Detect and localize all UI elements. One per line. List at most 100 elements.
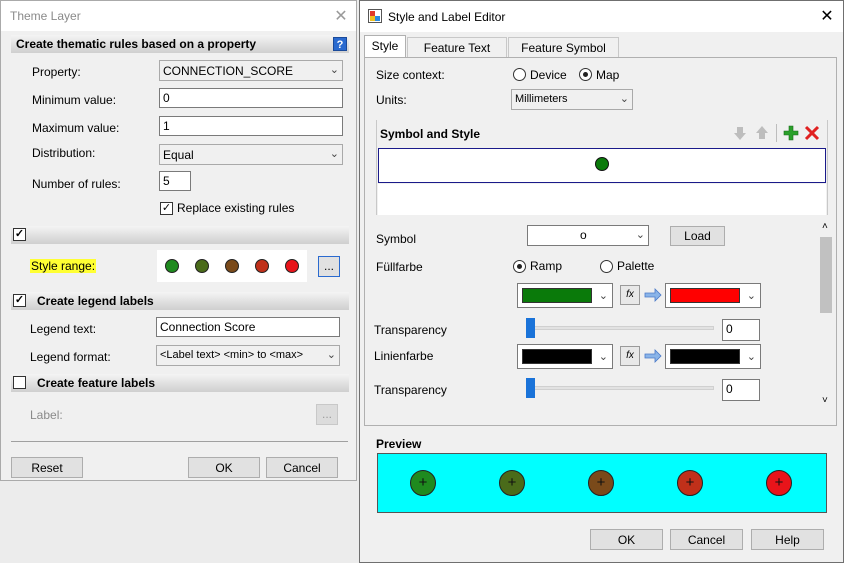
max-value-label: Maximum value: bbox=[32, 121, 120, 135]
fill-label: Füllfarbe bbox=[376, 260, 423, 274]
style-label-editor-dialog: Style and Label Editor ✕ Style Feature T… bbox=[359, 0, 844, 563]
help-icon[interactable]: ? bbox=[333, 37, 347, 51]
chevron-down-icon: ⌄ bbox=[329, 148, 339, 160]
tab-feature-symbol-label[interactable]: Feature Symbol Label bbox=[508, 37, 619, 69]
legend-format-label: Legend format: bbox=[30, 350, 111, 364]
cancel-label: Cancel bbox=[283, 461, 321, 475]
feature-labels-checkbox[interactable] bbox=[13, 376, 26, 389]
num-rules-text: 5 bbox=[163, 174, 170, 188]
line-color-label: Linienfarbe bbox=[374, 349, 434, 363]
property-dropdown[interactable]: CONNECTION_SCORE ⌄ bbox=[159, 60, 343, 81]
device-label: Device bbox=[530, 68, 567, 82]
arrow-down-icon[interactable] bbox=[732, 125, 748, 141]
help-label: Help bbox=[775, 533, 800, 547]
arrow-right-icon bbox=[644, 288, 662, 302]
property-label: Property: bbox=[32, 65, 81, 79]
replace-rules-checkbox[interactable]: ✓ bbox=[160, 202, 173, 215]
transparency2-label: Transparency bbox=[374, 383, 447, 397]
app-icon bbox=[368, 9, 382, 23]
load-label: Load bbox=[684, 229, 711, 243]
scroll-down-icon[interactable]: ˅ bbox=[822, 395, 828, 406]
units-dropdown[interactable]: Millimeters ⌄ bbox=[511, 89, 633, 110]
ok-button[interactable]: OK bbox=[188, 457, 260, 478]
style-range-swatches bbox=[157, 250, 307, 282]
symbol-label: Symbol bbox=[376, 232, 417, 246]
close-icon[interactable]: ✕ bbox=[818, 6, 836, 26]
map-radio[interactable] bbox=[579, 68, 592, 81]
replace-rules-label: Replace existing rules bbox=[177, 201, 295, 215]
delete-icon[interactable] bbox=[804, 125, 820, 141]
arrow-up-icon[interactable] bbox=[754, 125, 770, 141]
style-section-checkbox[interactable]: ✓ bbox=[13, 228, 26, 241]
fill-end-swatch bbox=[670, 288, 740, 303]
transparency-label: Transparency bbox=[374, 323, 447, 337]
cancel-button[interactable]: Cancel bbox=[670, 529, 743, 550]
properties-scrollbar[interactable]: ˄ ˅ bbox=[818, 219, 834, 413]
tab-feature-text-label[interactable]: Feature Text Label bbox=[407, 37, 507, 69]
fill-end-color-dropdown[interactable]: ⌄ bbox=[665, 283, 761, 308]
style-range-dot-4 bbox=[255, 259, 269, 273]
preview-dot-5: + bbox=[766, 470, 792, 496]
style-range-dot-1 bbox=[165, 259, 179, 273]
load-button[interactable]: Load bbox=[670, 226, 725, 246]
section-thematic-rules-label: Create thematic rules based on a propert… bbox=[16, 37, 257, 51]
palette-radio[interactable] bbox=[600, 260, 613, 273]
section-legend: ✓ Create legend labels bbox=[11, 292, 349, 310]
device-radio[interactable] bbox=[513, 68, 526, 81]
tab-style[interactable]: Style bbox=[364, 35, 406, 58]
reset-button[interactable]: Reset bbox=[11, 457, 83, 478]
chevron-down-icon: ⌄ bbox=[326, 349, 336, 361]
num-rules-label: Number of rules: bbox=[32, 177, 121, 191]
scrollbar-thumb[interactable] bbox=[820, 237, 832, 313]
legend-format-value: <Label text> <min> to <max> bbox=[160, 349, 304, 361]
fill-start-color-dropdown[interactable]: ⌄ bbox=[517, 283, 613, 308]
ok-label: OK bbox=[617, 533, 636, 547]
line-start-swatch bbox=[522, 349, 592, 364]
preview-dot-3: + bbox=[588, 470, 614, 496]
section-style: ✓ bbox=[11, 226, 349, 244]
num-rules-input[interactable]: 5 bbox=[159, 171, 191, 191]
fill-fx-button[interactable]: fx bbox=[620, 285, 640, 305]
preview-dot-2: + bbox=[499, 470, 525, 496]
toolbar-separator bbox=[776, 124, 777, 142]
cancel-button[interactable]: Cancel bbox=[266, 457, 338, 478]
ok-label: OK bbox=[215, 461, 233, 475]
symbol-dropdown[interactable]: o ⌄ bbox=[527, 225, 649, 246]
scroll-up-icon[interactable]: ˄ bbox=[822, 221, 828, 232]
line-start-color-dropdown[interactable]: ⌄ bbox=[517, 344, 613, 369]
symbol-list[interactable] bbox=[378, 148, 826, 183]
line-end-swatch bbox=[670, 349, 740, 364]
transparency2-slider-track[interactable] bbox=[526, 386, 714, 390]
min-value-input[interactable]: 0 bbox=[159, 88, 343, 108]
style-range-dot-3 bbox=[225, 259, 239, 273]
size-context-label: Size context: bbox=[376, 68, 445, 82]
min-value-label: Minimum value: bbox=[32, 93, 117, 107]
distribution-dropdown[interactable]: Equal ⌄ bbox=[159, 144, 343, 165]
max-value-input[interactable]: 1 bbox=[159, 116, 343, 136]
feature-label-button[interactable]: ... bbox=[316, 404, 338, 425]
theme-layer-title: Theme Layer bbox=[10, 9, 81, 23]
line-fx-button[interactable]: fx bbox=[620, 346, 640, 366]
ok-button[interactable]: OK bbox=[590, 529, 663, 550]
legend-text-input[interactable]: Connection Score bbox=[156, 317, 340, 337]
preview-heading: Preview bbox=[376, 437, 422, 451]
legend-format-dropdown[interactable]: <Label text> <min> to <max> ⌄ bbox=[156, 345, 340, 366]
transparency-slider-thumb[interactable] bbox=[526, 318, 535, 338]
transparency2-input[interactable]: 0 bbox=[722, 379, 760, 401]
ellipsis-label: ... bbox=[321, 407, 332, 421]
distribution-label: Distribution: bbox=[32, 146, 96, 160]
transparency2-slider-thumb[interactable] bbox=[526, 378, 535, 398]
reset-label: Reset bbox=[31, 461, 63, 475]
help-button[interactable]: Help bbox=[751, 529, 824, 550]
close-icon[interactable]: ✕ bbox=[332, 6, 350, 26]
divider bbox=[11, 441, 348, 442]
symbol-list-item[interactable] bbox=[595, 157, 609, 171]
ramp-radio[interactable] bbox=[513, 260, 526, 273]
legend-checkbox[interactable]: ✓ bbox=[13, 294, 26, 307]
feature-label-label: Label: bbox=[30, 408, 63, 422]
transparency-slider-track[interactable] bbox=[526, 326, 714, 330]
style-range-button[interactable]: ... bbox=[318, 256, 340, 277]
transparency-input[interactable]: 0 bbox=[722, 319, 760, 341]
add-icon[interactable] bbox=[783, 125, 799, 141]
line-end-color-dropdown[interactable]: ⌄ bbox=[665, 344, 761, 369]
